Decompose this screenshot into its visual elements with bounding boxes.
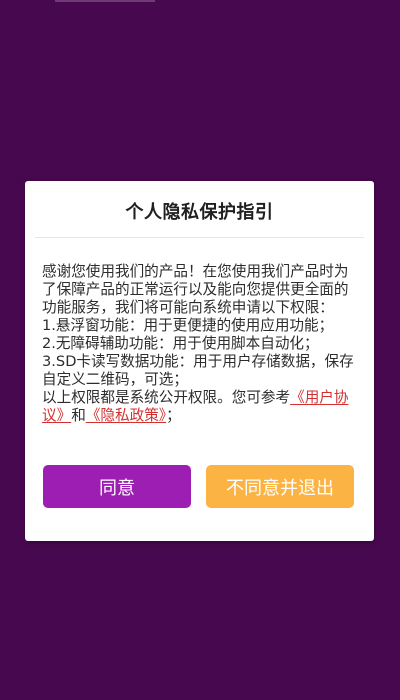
closing-suffix: ； [166, 407, 181, 424]
title-divider [35, 237, 364, 238]
privacy-policy-link[interactable]: 《隐私政策》 [86, 407, 166, 424]
closing-text: 以上权限都是系统公开权限。您可参考《用户协议》和《隐私政策》； [42, 389, 358, 425]
privacy-dialog: 个人隐私保护指引 感谢您使用我们的产品！在您使用我们产品时为了保障产品的正常运行… [25, 181, 374, 541]
permission-item-accessibility: 2.无障碍辅助功能：用于使用脚本自动化； [42, 335, 319, 352]
dialog-body: 感谢您使用我们的产品！在您使用我们产品时为了保障产品的正常运行以及能向您提供更全… [42, 263, 358, 425]
intro-text: 感谢您使用我们的产品！在您使用我们产品时为了保障产品的正常运行以及能向您提供更全… [42, 263, 349, 316]
permission-item-floating-window: 1.悬浮窗功能：用于更便捷的使用应用功能； [42, 317, 334, 334]
status-bar-indicator [55, 0, 155, 2]
dialog-title: 个人隐私保护指引 [125, 202, 274, 223]
closing-prefix: 以上权限都是系统公开权限。您可参考 [42, 389, 291, 406]
permission-item-sd-card: 3.SD卡读写数据功能：用于用户存储数据，保存自定义二维码，可选； [42, 353, 354, 388]
and-text: 和 [71, 407, 86, 424]
disagree-exit-button[interactable]: 不同意并退出 [206, 465, 354, 508]
agree-button[interactable]: 同意 [43, 465, 191, 508]
